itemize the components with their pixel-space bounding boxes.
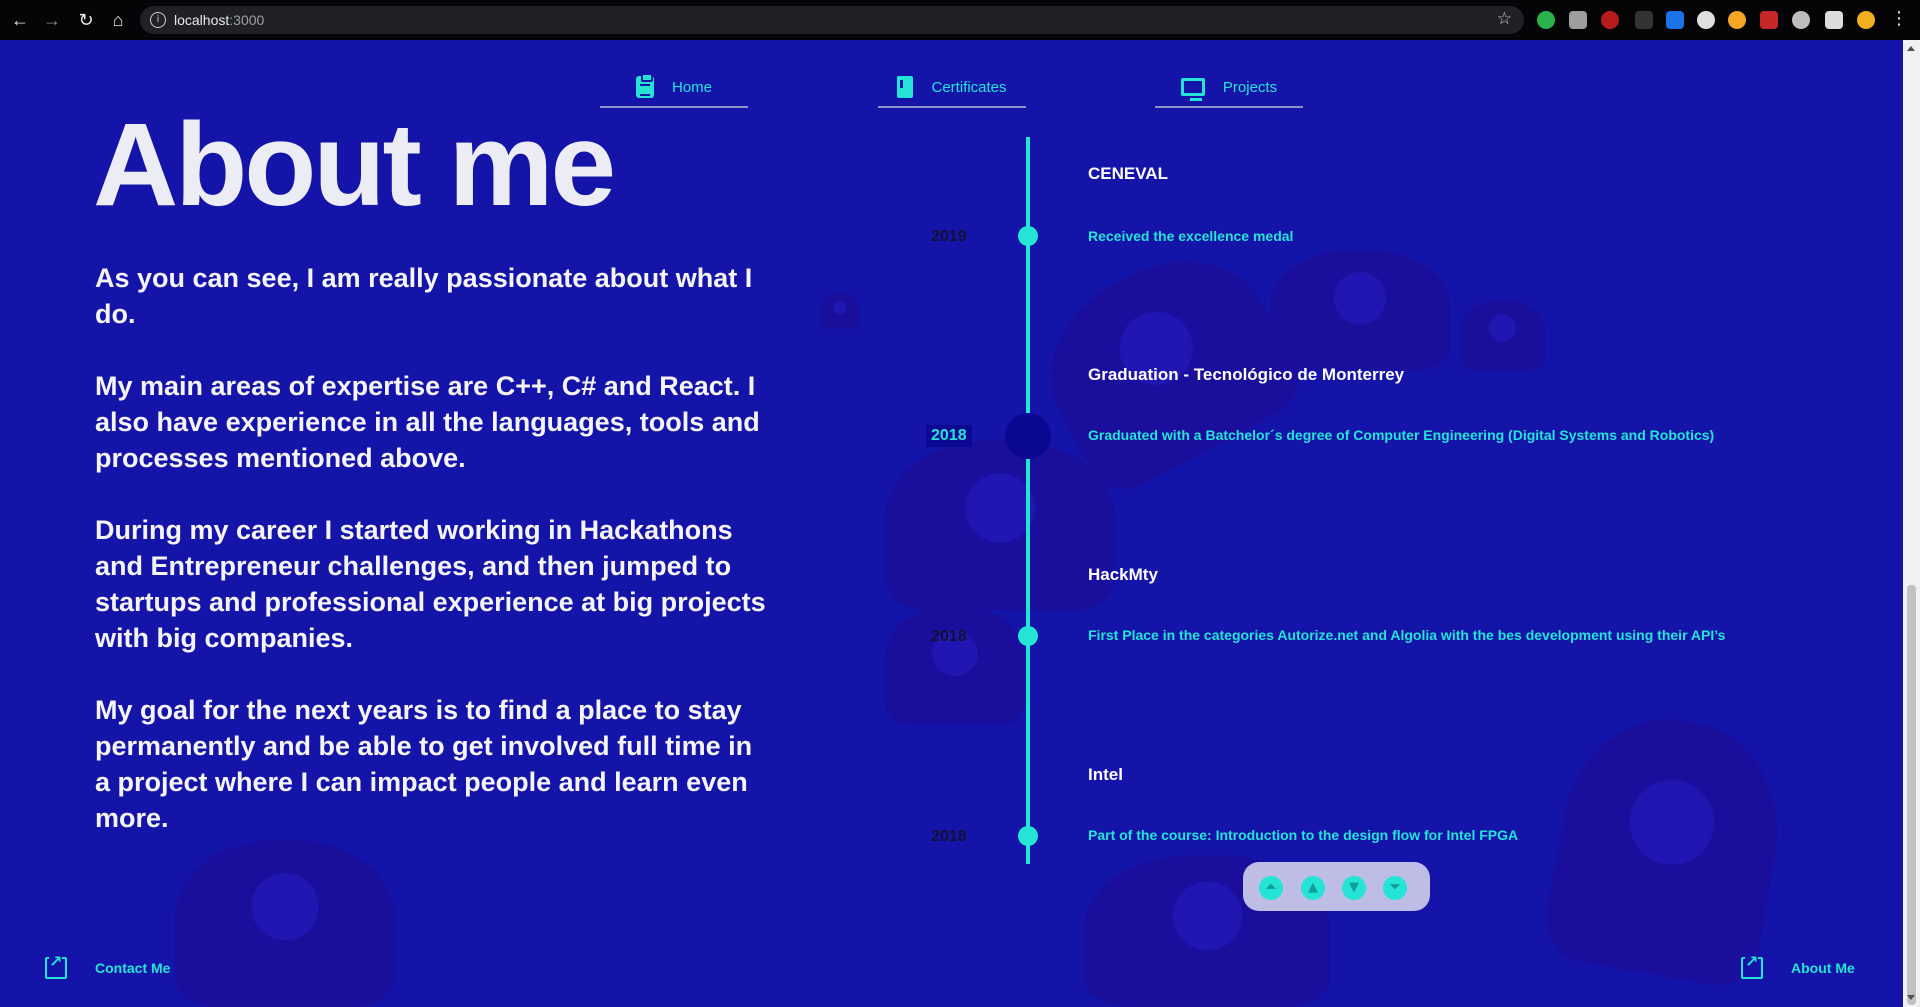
extension-icon[interactable] bbox=[1728, 11, 1746, 29]
timeline-dot[interactable] bbox=[1005, 413, 1051, 459]
forward-icon[interactable]: → bbox=[40, 8, 64, 32]
external-link-icon bbox=[1741, 954, 1763, 979]
scroll-down-button[interactable]: ▼ bbox=[1342, 876, 1366, 900]
bookmark-star-icon[interactable]: ☆ bbox=[1497, 9, 1512, 29]
about-paragraph: My goal for the next years is to find a … bbox=[95, 695, 753, 833]
address-bar[interactable]: i localhost:3000 ☆ bbox=[140, 6, 1524, 34]
nav-projects-label: Projects bbox=[1222, 78, 1278, 96]
timeline-title: HackMty bbox=[1088, 565, 1158, 584]
contact-me-link[interactable]: Contact Me bbox=[45, 937, 170, 999]
extensions-puzzle-icon[interactable] bbox=[1825, 11, 1843, 29]
contact-me-label: Contact Me bbox=[95, 960, 171, 976]
home-icon[interactable]: ⌂ bbox=[106, 8, 130, 32]
browser-toolbar: ← → ↻ ⌂ i localhost:3000 ☆ ⋮ bbox=[0, 0, 1920, 40]
nav-home-label: Home bbox=[671, 78, 712, 96]
about-me-link[interactable]: About Me bbox=[1741, 937, 1855, 999]
timeline-year: 2019 bbox=[931, 228, 967, 245]
browser-menu-icon[interactable]: ⋮ bbox=[1890, 8, 1908, 29]
timeline-description: Part of the course: Introduction to the … bbox=[1088, 827, 1519, 843]
monitor-icon bbox=[1180, 78, 1205, 101]
clipboard-icon bbox=[635, 73, 654, 98]
external-link-icon bbox=[45, 954, 67, 979]
about-title: About me bbox=[93, 99, 616, 231]
timeline-dot[interactable] bbox=[1018, 226, 1038, 246]
timeline-title: Intel bbox=[1088, 765, 1123, 784]
extension-icon[interactable] bbox=[1760, 11, 1778, 29]
extension-shield-icon[interactable] bbox=[1537, 11, 1555, 29]
scroll-to-bottom-button[interactable]: ⏷ bbox=[1383, 876, 1407, 900]
scroll-to-top-button[interactable]: ⏶ bbox=[1259, 876, 1283, 900]
page-scrollbar[interactable] bbox=[1903, 40, 1920, 1007]
mushroom-decoration bbox=[885, 605, 1025, 725]
extension-translate-icon[interactable] bbox=[1666, 11, 1684, 29]
timeline-year: 2018 bbox=[931, 828, 967, 845]
address-url: localhost:3000 bbox=[174, 12, 265, 28]
extension-block-icon[interactable] bbox=[1697, 11, 1715, 29]
nav-home[interactable]: Home bbox=[600, 68, 748, 108]
extension-icon[interactable] bbox=[1635, 11, 1653, 29]
timeline-description: First Place in the categories Autorize.n… bbox=[1088, 627, 1726, 643]
nav-certificates[interactable]: Certificates bbox=[878, 68, 1026, 108]
timeline-description: Graduated with a Batchelor´s degree of C… bbox=[1088, 427, 1715, 443]
timeline-year: 2018 bbox=[926, 425, 972, 447]
about-paragraph: My main areas of expertise are C++, C# a… bbox=[95, 371, 760, 473]
back-icon[interactable]: ← bbox=[8, 8, 32, 32]
mushroom-decoration bbox=[885, 440, 1115, 610]
nav-projects[interactable]: Projects bbox=[1155, 68, 1303, 108]
timeline-description: Received the excellence medal bbox=[1088, 228, 1294, 244]
mushroom-decoration bbox=[1460, 300, 1545, 370]
mushroom-decoration bbox=[820, 293, 860, 329]
nav-certificates-label: Certificates bbox=[931, 78, 1007, 96]
timeline-title: Graduation - Tecnológico de Monterrey bbox=[1088, 365, 1405, 384]
about-paragraph: As you can see, I am really passionate a… bbox=[95, 263, 753, 329]
scroll-up-arrow-icon[interactable] bbox=[1907, 46, 1915, 51]
book-icon bbox=[897, 76, 914, 98]
timeline-title: CENEVAL bbox=[1088, 164, 1168, 183]
about-paragraph: During my career I started working in Ha… bbox=[95, 515, 766, 653]
timeline-line bbox=[1026, 137, 1030, 864]
scroll-down-arrow-icon[interactable] bbox=[1907, 995, 1915, 1000]
timeline-year: 2018 bbox=[931, 628, 967, 645]
extension-icon[interactable] bbox=[1792, 11, 1810, 29]
mushroom-decoration bbox=[175, 840, 395, 1007]
site-info-icon[interactable]: i bbox=[150, 12, 166, 28]
timeline-dot[interactable] bbox=[1018, 626, 1038, 646]
extension-ublock-icon[interactable] bbox=[1601, 11, 1619, 29]
scroll-control: ⏶ ▲ ▼ ⏷ bbox=[1243, 862, 1430, 911]
about-me-label: About Me bbox=[1791, 960, 1855, 976]
scroll-up-button[interactable]: ▲ bbox=[1301, 876, 1325, 900]
mushroom-decoration bbox=[1270, 250, 1450, 370]
scrollbar-thumb[interactable] bbox=[1907, 585, 1916, 1005]
timeline-dot[interactable] bbox=[1018, 826, 1038, 846]
extension-icon[interactable] bbox=[1569, 11, 1587, 29]
reload-icon[interactable]: ↻ bbox=[74, 8, 98, 32]
profile-avatar[interactable] bbox=[1857, 11, 1875, 29]
